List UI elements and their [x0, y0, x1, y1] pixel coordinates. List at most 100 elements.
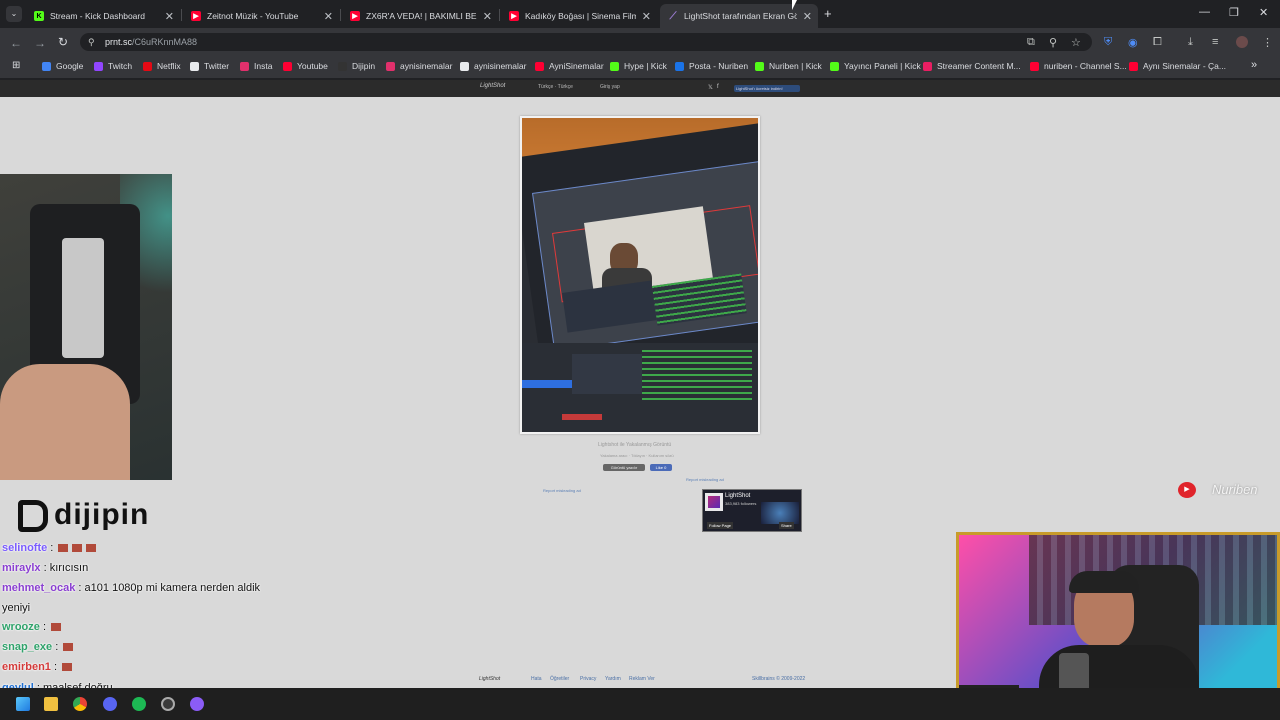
- bookmark-star-icon[interactable]: ☆: [1071, 36, 1081, 49]
- chat-username: selinofte: [2, 542, 48, 554]
- bookmark-item[interactable]: Google: [42, 61, 83, 71]
- tab-search-icon[interactable]: ⌄: [6, 6, 22, 22]
- bookmark-item[interactable]: aynisinemalar: [386, 61, 452, 71]
- bookmark-item[interactable]: Aynı Sinemalar - Ça...: [1129, 61, 1226, 71]
- emote-icon: [58, 544, 69, 553]
- facebook-page-widget[interactable]: LightShot 383,983 followers Follow Page …: [702, 489, 802, 532]
- bookmark-favicon-icon: [338, 61, 347, 71]
- tab-kick-dashboard[interactable]: K Stream - Kick Dashboard ✕: [26, 4, 180, 28]
- new-tab-button[interactable]: +: [824, 6, 832, 21]
- profile-avatar[interactable]: [1236, 36, 1248, 48]
- bookmark-label: Twitch: [108, 61, 133, 71]
- bookmark-item[interactable]: Twitch: [94, 61, 132, 71]
- download-lightshot-button[interactable]: LightShot'ı ücretsiz indirin!: [734, 85, 800, 92]
- hair: [1069, 571, 1139, 593]
- close-icon[interactable]: ✕: [165, 10, 174, 23]
- back-icon[interactable]: ←: [10, 36, 22, 50]
- apps-icon[interactable]: ⊞: [12, 60, 20, 71]
- bookmark-item[interactable]: Yayıncı Paneli | Kick: [830, 61, 921, 71]
- site-info-icon[interactable]: ⚲: [88, 37, 95, 48]
- address-bar[interactable]: [80, 33, 1092, 51]
- url-text[interactable]: prnt.sc/C6uRKnnMA88: [105, 37, 197, 47]
- audio-meters: [642, 350, 752, 400]
- discord-icon[interactable]: [103, 697, 117, 711]
- emote-icon: [86, 544, 97, 553]
- bookmark-item[interactable]: nuriben - Channel S...: [1030, 61, 1127, 71]
- bookmark-favicon-icon: [460, 61, 469, 71]
- bookmark-item[interactable]: Hype | Kick: [610, 61, 667, 71]
- zoom-icon[interactable]: ⚲: [1049, 36, 1057, 49]
- bookmark-favicon-icon: [283, 61, 292, 71]
- extension-shield-icon[interactable]: ⛨: [1104, 36, 1112, 49]
- bookmark-item[interactable]: Dijipin: [338, 61, 375, 71]
- obs-icon[interactable]: [161, 697, 175, 711]
- close-icon[interactable]: ✕: [803, 10, 812, 23]
- bookmark-label: Yayıncı Paneli | Kick: [844, 61, 921, 71]
- bookmark-label: Streamer Content M...: [937, 61, 1021, 71]
- footer-link-yardim[interactable]: Yardım: [605, 676, 621, 682]
- fb-share-button[interactable]: Share: [779, 522, 794, 529]
- footer-link-privacy[interactable]: Privacy: [580, 676, 596, 682]
- tab-kadikoy[interactable]: ▶ Kadıköy Boğası | Sinema Filmi | ✕: [501, 4, 657, 28]
- facebook-icon[interactable]: f: [717, 84, 719, 90]
- app-icon[interactable]: [190, 697, 204, 711]
- chat-separator: :: [39, 621, 50, 633]
- bookmark-item[interactable]: AyniSinemalar: [535, 61, 604, 71]
- chat-message: miraylx : kırıcısın: [2, 562, 88, 574]
- maximize-icon[interactable]: ❐: [1229, 6, 1239, 19]
- bookmark-item[interactable]: Streamer Content M...: [923, 61, 1021, 71]
- download-icon[interactable]: ⤓: [1188, 36, 1193, 49]
- label-sticker: [62, 238, 104, 358]
- footer-link-reklam[interactable]: Reklam Ver: [629, 676, 655, 682]
- media-icon[interactable]: ≡: [1212, 36, 1218, 48]
- bookmark-label: Hype | Kick: [624, 61, 667, 71]
- spotify-icon[interactable]: [132, 697, 146, 711]
- like-button[interactable]: Like 0: [650, 464, 672, 471]
- bookmark-item[interactable]: Nuriben | Kick: [755, 61, 822, 71]
- footer-link-ogretiler[interactable]: Öğretiler: [550, 676, 569, 682]
- windows-start-icon[interactable]: [16, 697, 30, 711]
- forward-icon[interactable]: →: [34, 36, 46, 50]
- login-link[interactable]: Giriş yap: [600, 84, 620, 90]
- bookmark-item[interactable]: Netflix: [143, 61, 181, 71]
- report-ad-link-left[interactable]: Report misleading ad: [543, 488, 581, 493]
- bookmark-favicon-icon: [1030, 61, 1039, 71]
- twitter-icon[interactable]: 𝕏: [708, 84, 713, 91]
- bookmark-item[interactable]: aynisinemalar: [460, 61, 526, 71]
- chat-separator: :: [75, 582, 85, 594]
- language-selector[interactable]: Türkçe · Türkçe: [538, 84, 573, 90]
- close-icon[interactable]: ✕: [483, 10, 492, 23]
- lightshot-logo[interactable]: LightShot: [480, 83, 505, 89]
- fb-followers: 383,983 followers: [725, 501, 757, 506]
- fb-follow-button[interactable]: Follow Page: [707, 522, 734, 529]
- chat-text: kırıcısın: [49, 562, 89, 574]
- minimize-icon[interactable]: —: [1199, 6, 1210, 18]
- close-icon[interactable]: ✕: [324, 10, 333, 23]
- bookmark-item[interactable]: Twitter: [190, 61, 229, 71]
- footer-link-hata[interactable]: Hata: [531, 676, 542, 682]
- screenshot-image[interactable]: [520, 116, 760, 434]
- control-buttons: [562, 414, 602, 420]
- file-explorer-icon[interactable]: [44, 697, 58, 711]
- extensions-icon[interactable]: ⧠: [1153, 36, 1162, 49]
- print-button[interactable]: Görüntü yazdır: [603, 464, 645, 471]
- bookmark-item[interactable]: Posta - Nuriben: [675, 61, 748, 71]
- tab-zx6r[interactable]: ▶ ZX6R'A VEDA! | BAKIMLI BEBEK ✕: [342, 4, 498, 28]
- dijipin-text: dijipin: [54, 498, 150, 531]
- chrome-icon[interactable]: [73, 697, 87, 711]
- bookmark-label: aynisinemalar: [400, 61, 453, 71]
- youtube-icon: ▶: [1178, 482, 1196, 498]
- screenshot-icon[interactable]: ⧉: [1027, 36, 1035, 49]
- bookmark-item[interactable]: Insta: [240, 61, 272, 71]
- bookmarks-more-icon[interactable]: »: [1251, 59, 1257, 71]
- bookmark-item[interactable]: Youtube: [283, 61, 328, 71]
- window-close-icon[interactable]: ✕: [1259, 6, 1268, 19]
- report-ad-link-right[interactable]: Report misleading ad: [686, 477, 724, 482]
- reload-icon[interactable]: ↻: [58, 35, 68, 49]
- close-icon[interactable]: ✕: [642, 10, 651, 23]
- extension-vpn-icon[interactable]: ◉: [1128, 36, 1138, 49]
- menu-icon[interactable]: ⋮: [1262, 36, 1273, 49]
- tab-zeitnot[interactable]: ▶ Zeitnot Müzik - YouTube ✕: [183, 4, 339, 28]
- emote-icon: [72, 544, 83, 553]
- footer-logo[interactable]: LightShot: [479, 676, 500, 682]
